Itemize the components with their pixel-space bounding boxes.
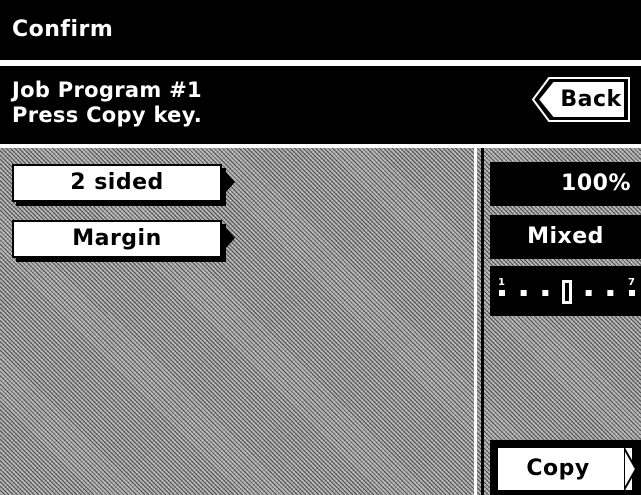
instruction-text: Press Copy key. <box>12 103 203 127</box>
chevron-right-icon <box>226 228 235 248</box>
density-scale-marks <box>499 280 635 304</box>
copy-button[interactable]: Copy <box>490 440 641 495</box>
density-step-dot <box>520 290 527 296</box>
copy-button-label: Copy <box>526 456 590 481</box>
zoom-indicator: 100% <box>490 162 641 206</box>
back-button[interactable]: Back <box>527 75 631 124</box>
job-program-label: Job Program #1 <box>12 78 202 102</box>
density-step-dot <box>629 290 635 296</box>
density-indicator: 1 7 <box>490 266 641 316</box>
panel-divider <box>474 148 477 495</box>
screen-title: Confirm <box>0 0 641 60</box>
function-2-sided-label: 2 sided <box>70 170 164 195</box>
function-margin-button[interactable]: Margin <box>12 220 235 262</box>
density-step-dot <box>542 290 549 296</box>
function-margin-label: Margin <box>72 226 162 251</box>
density-scale-icon: 1 7 <box>498 277 635 304</box>
density-step-dot <box>585 290 592 296</box>
function-2-sided-button[interactable]: 2 sided <box>12 164 235 206</box>
density-step-dot <box>607 290 614 296</box>
chevron-right-icon <box>624 448 638 490</box>
density-min-label: 1 <box>498 277 505 288</box>
exposure-mode-indicator: Mixed <box>490 215 641 259</box>
chevron-right-icon <box>226 172 235 192</box>
back-button-label: Back <box>560 87 622 112</box>
density-step-dot <box>499 290 505 296</box>
panel-divider-shadow <box>481 148 484 495</box>
density-level-marker-core <box>565 283 569 301</box>
density-max-label: 7 <box>628 277 635 288</box>
copier-screen: Confirm Job Program #1 Press Copy key. B… <box>0 0 641 495</box>
message-separator <box>0 144 641 148</box>
